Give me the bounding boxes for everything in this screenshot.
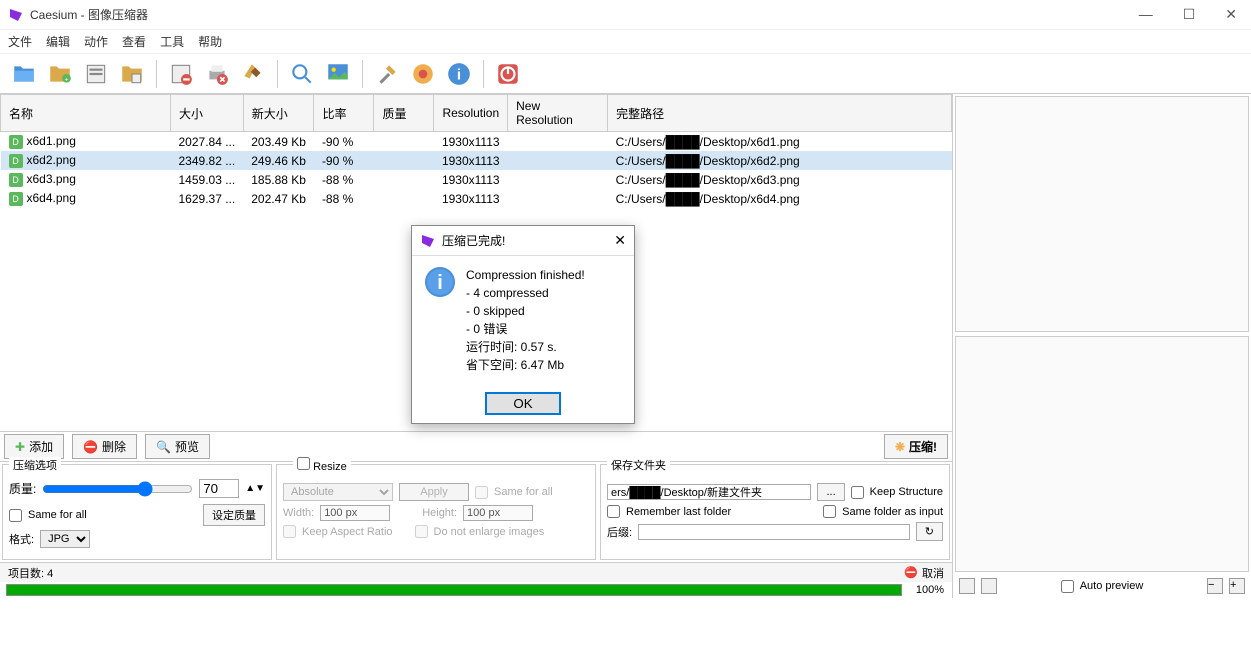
close-button[interactable]: ✕ [1219, 6, 1243, 23]
window-controls: — ☐ ✕ [1133, 6, 1243, 23]
col-res[interactable]: Resolution [434, 95, 508, 132]
svg-text:i: i [437, 272, 443, 294]
item-count: 项目数: 4 [8, 565, 53, 581]
menu-edit[interactable]: 编辑 [46, 33, 70, 50]
table-row[interactable]: Dx6d2.png2349.82 ...249.46 Kb-90 %1930x1… [1, 151, 952, 170]
col-path[interactable]: 完整路径 [608, 95, 952, 132]
svg-text:i: i [457, 66, 461, 83]
set-quality-button[interactable]: 设定质量 [203, 504, 265, 526]
save-folder-panel: 保存文件夹 ... Keep Structure Remember last f… [600, 464, 950, 560]
keep-aspect-checkbox [283, 525, 296, 538]
col-ratio[interactable]: 比率 [314, 95, 374, 132]
power-icon[interactable] [492, 58, 524, 90]
toolbar: + i [0, 54, 1251, 94]
preview-original [955, 96, 1249, 332]
browse-button[interactable]: ... [817, 483, 844, 501]
preview-panel: Auto preview − + [953, 94, 1251, 598]
menu-file[interactable]: 文件 [8, 33, 32, 50]
resize-enable-checkbox[interactable] [297, 457, 310, 470]
maximize-button[interactable]: ☐ [1177, 6, 1202, 23]
table-row[interactable]: Dx6d4.png1629.37 ...202.47 Kb-88 %1930x1… [1, 189, 952, 208]
action-bar: ✚添加 ⛔删除 🔍预览 ❋压缩! [0, 432, 952, 462]
window-title: Caesium - 图像压缩器 [30, 6, 1133, 23]
compress-legend: 压缩选项 [9, 457, 61, 473]
suffix-input[interactable] [638, 524, 910, 540]
save-path-input[interactable] [607, 484, 811, 500]
compress-icon[interactable] [407, 58, 439, 90]
same-for-all-label: Same for all [28, 509, 87, 521]
quality-slider[interactable] [42, 481, 193, 497]
resize-same-checkbox [475, 486, 488, 499]
height-input [463, 505, 533, 521]
col-newsize[interactable]: 新大小 [243, 95, 314, 132]
menu-tools[interactable]: 工具 [160, 33, 184, 50]
col-name[interactable]: 名称 [1, 95, 171, 132]
table-row[interactable]: Dx6d3.png1459.03 ...185.88 Kb-88 %1930x1… [1, 170, 952, 189]
save-list-icon[interactable] [116, 58, 148, 90]
compress-button[interactable]: ❋压缩! [884, 434, 948, 459]
resize-panel: Resize Absolute Apply Same for all Width… [276, 464, 596, 560]
menu-action[interactable]: 动作 [84, 33, 108, 50]
completion-dialog: 压缩已完成! ✕ i Compression finished! - 4 com… [411, 225, 635, 424]
tools-icon[interactable] [371, 58, 403, 90]
open-list-icon[interactable] [80, 58, 112, 90]
app-icon [8, 7, 24, 23]
remove-item-icon[interactable] [165, 58, 197, 90]
zoom-out-icon[interactable]: − [1207, 578, 1223, 594]
remember-checkbox[interactable] [607, 505, 620, 518]
format-label: 格式: [9, 531, 34, 547]
table-header: 名称 大小 新大小 比率 质量 Resolution New Resolutio… [1, 95, 952, 132]
quality-value[interactable] [199, 479, 239, 498]
table-row[interactable]: Dx6d1.png2027.84 ...203.49 Kb-90 %1930x1… [1, 132, 952, 152]
delete-button[interactable]: ⛔删除 [72, 434, 137, 459]
col-quality[interactable]: 质量 [374, 95, 434, 132]
suffix-label: 后缀: [607, 524, 632, 540]
title-bar: Caesium - 图像压缩器 — ☐ ✕ [0, 0, 1251, 30]
dialog-close-icon[interactable]: ✕ [614, 232, 626, 249]
menu-bar: 文件 编辑 动作 查看 工具 帮助 [0, 30, 1251, 54]
open-folder-icon[interactable]: + [44, 58, 76, 90]
menu-view[interactable]: 查看 [122, 33, 146, 50]
col-newres[interactable]: New Resolution [508, 95, 608, 132]
apply-button: Apply [399, 483, 469, 501]
info-icon: i [424, 266, 456, 298]
preview-button[interactable]: 🔍预览 [145, 434, 210, 459]
menu-help[interactable]: 帮助 [198, 33, 222, 50]
print-icon[interactable] [201, 58, 233, 90]
same-folder-checkbox[interactable] [823, 505, 836, 518]
dialog-title: 压缩已完成! [442, 232, 614, 249]
format-select[interactable]: JPG [40, 530, 90, 548]
col-size[interactable]: 大小 [171, 95, 244, 132]
compress-options-panel: 压缩选项 质量: ▲▼ Same for all 设定质量 格式: JPG [2, 464, 272, 560]
ok-button[interactable]: OK [485, 392, 560, 415]
open-file-icon[interactable] [8, 58, 40, 90]
grid2-icon[interactable] [981, 578, 997, 594]
zoom-in-icon[interactable]: + [1229, 578, 1245, 594]
image-settings-icon[interactable] [322, 58, 354, 90]
add-button[interactable]: ✚添加 [4, 434, 64, 459]
auto-preview-checkbox[interactable] [1061, 580, 1074, 593]
minimize-button[interactable]: — [1133, 6, 1159, 23]
cancel-label[interactable]: 取消 [922, 565, 944, 581]
same-for-all-checkbox[interactable] [9, 509, 22, 522]
zoom-icon[interactable] [286, 58, 318, 90]
dialog-message: Compression finished! - 4 compressed - 0… [466, 266, 585, 374]
progress-bar [6, 584, 902, 596]
width-input [320, 505, 390, 521]
no-enlarge-checkbox [415, 525, 428, 538]
progress-text: 100% [908, 584, 952, 596]
suffix-reset-button[interactable]: ↻ [916, 522, 943, 541]
quality-label: 质量: [9, 480, 36, 497]
resize-legend: Resize [293, 457, 351, 473]
save-legend: 保存文件夹 [607, 457, 670, 473]
dialog-app-icon [420, 233, 436, 249]
keep-structure-checkbox[interactable] [851, 486, 864, 499]
svg-text:+: + [65, 76, 69, 83]
grid1-icon[interactable] [959, 578, 975, 594]
preview-compressed [955, 336, 1249, 572]
resize-mode-select: Absolute [283, 483, 393, 501]
info-icon[interactable]: i [443, 58, 475, 90]
clear-icon[interactable] [237, 58, 269, 90]
status-bar: 项目数: 4 ⛔ 取消 [0, 562, 952, 582]
